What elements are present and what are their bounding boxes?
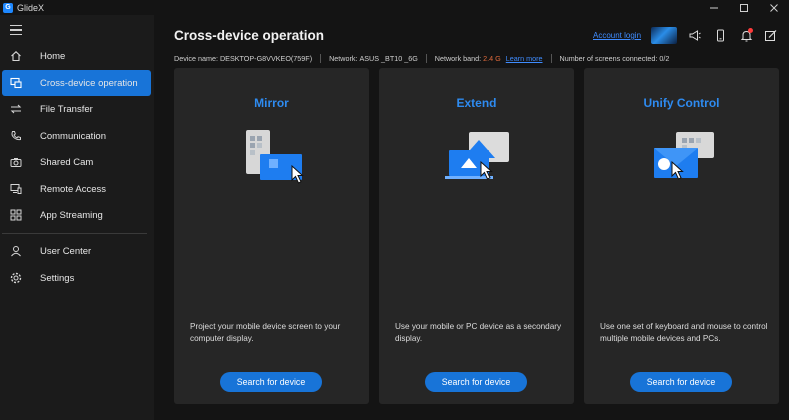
account-login-link[interactable]: Account login [593, 31, 641, 40]
search-for-device-button[interactable]: Search for device [220, 372, 322, 392]
maximize-icon [740, 3, 748, 12]
remote-icon [9, 182, 23, 196]
cross-device-icon [9, 76, 23, 90]
device-name-label: Device name: [174, 53, 218, 63]
sidebar: Home Cross-device operation File Transfe… [0, 15, 154, 420]
phone-device-icon[interactable] [713, 28, 727, 42]
device-name-value: DESKTOP-G8VVKEO(759F) [219, 53, 313, 63]
transfer-icon [9, 102, 23, 116]
close-button[interactable] [759, 0, 789, 15]
device-info-bar: Device name: DESKTOP-G8VVKEO(759F) Netwo… [174, 52, 669, 64]
network-band-value: 2.4 G [483, 53, 501, 63]
sidebar-item-label: User Center [40, 245, 92, 257]
info-separator [320, 53, 322, 63]
feature-cards: Mirror Project your mobile device screen… [174, 68, 779, 404]
search-for-device-button[interactable]: Search for device [425, 372, 527, 392]
mirror-illustration-icon [246, 130, 304, 184]
sidebar-item-file-transfer[interactable]: File Transfer [2, 96, 151, 122]
sidebar-item-label: Settings [40, 272, 75, 284]
sidebar-item-label: Shared Cam [40, 156, 94, 168]
home-icon [9, 49, 23, 63]
window-controls [699, 0, 789, 15]
extend-illustration-icon [445, 132, 509, 180]
notification-badge [748, 28, 753, 33]
card-title: Mirror [254, 96, 289, 110]
card-title: Unify Control [643, 96, 720, 110]
card-title: Extend [456, 96, 497, 110]
main-content: Cross-device operation Account login Dev… [154, 15, 789, 420]
info-separator [550, 53, 552, 63]
card-extend: Extend Use your mobile or PC device as a… [379, 68, 574, 404]
unify-control-illustration-icon [654, 132, 714, 180]
search-for-device-button[interactable]: Search for device [630, 372, 732, 392]
sidebar-item-cross-device-operation[interactable]: Cross-device operation [2, 70, 151, 96]
card-description: Use your mobile or PC device as a second… [395, 322, 562, 343]
screens-connected-value: 0/2 [659, 53, 670, 63]
card-description: Use one set of keyboard and mouse to con… [600, 322, 768, 343]
sidebar-item-app-streaming[interactable]: App Streaming [2, 202, 151, 228]
sidebar-divider [2, 233, 147, 234]
info-separator [425, 53, 427, 63]
grid-icon [9, 208, 23, 222]
sidebar-item-label: Cross-device operation [40, 77, 138, 89]
sidebar-item-settings[interactable]: Settings [2, 265, 151, 291]
title-bar: G GlideX [0, 0, 789, 15]
screens-connected-label: Number of screens connected: [559, 53, 658, 63]
gear-icon [9, 271, 23, 285]
user-icon [9, 244, 23, 258]
minimize-icon [710, 7, 718, 8]
network-band-label: Network band: [434, 53, 482, 63]
bell-icon[interactable] [739, 28, 753, 42]
account-thumbnail[interactable] [651, 27, 677, 44]
maximize-button[interactable] [729, 0, 759, 15]
sidebar-item-label: App Streaming [40, 209, 103, 221]
card-description: Project your mobile device screen to you… [190, 322, 341, 343]
card-mirror: Mirror Project your mobile device screen… [174, 68, 369, 404]
card-unify-control: Unify Control Use one set of keyboard an… [584, 68, 779, 404]
camera-icon [9, 155, 23, 169]
sidebar-item-label: Home [40, 50, 66, 62]
app-logo-icon: G [3, 2, 13, 13]
sidebar-item-home[interactable]: Home [2, 43, 151, 69]
sidebar-item-shared-cam[interactable]: Shared Cam [2, 149, 151, 175]
learn-more-link[interactable]: Learn more [506, 54, 543, 63]
sidebar-item-label: Remote Access [40, 183, 106, 195]
sidebar-item-communication[interactable]: Communication [2, 123, 151, 149]
edit-note-icon[interactable] [763, 28, 777, 42]
network-label: Network: [329, 53, 358, 63]
megaphone-icon[interactable] [687, 28, 701, 42]
sidebar-item-user-center[interactable]: User Center [2, 238, 151, 264]
sidebar-item-remote-access[interactable]: Remote Access [2, 176, 151, 202]
phone-icon [9, 129, 23, 143]
page-title: Cross-device operation [174, 28, 325, 43]
minimize-button[interactable] [699, 0, 729, 15]
hamburger-menu-icon[interactable] [10, 25, 22, 36]
close-icon [770, 3, 778, 12]
app-name: GlideX [17, 2, 45, 13]
network-value: ASUS _BT10 _6G [359, 53, 418, 63]
sidebar-item-label: File Transfer [40, 103, 93, 115]
sidebar-item-label: Communication [40, 130, 106, 142]
